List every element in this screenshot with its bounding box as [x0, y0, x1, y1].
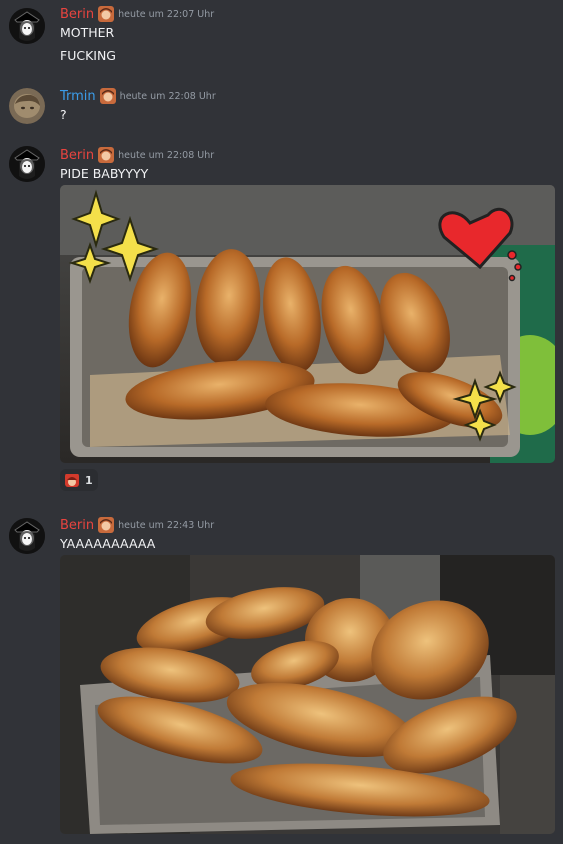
message-header: Trmin heute um 22:08 Uhr	[60, 87, 216, 105]
message-line: ?	[60, 107, 67, 122]
timestamp[interactable]: heute um 22:07 Uhr	[118, 9, 214, 20]
role-badge-icon[interactable]	[98, 147, 115, 163]
timestamp[interactable]: heute um 22:08 Uhr	[118, 150, 214, 161]
author-name[interactable]: Berin	[60, 7, 94, 22]
pide-photo-2[interactable]	[60, 555, 555, 834]
message-header: Berin heute um 22:08 Uhr	[60, 146, 214, 164]
message-line: FUCKING	[60, 48, 116, 63]
avatar-berin[interactable]	[9, 8, 45, 44]
reaction-count: 1	[85, 473, 93, 487]
avatar-berin[interactable]	[9, 146, 45, 182]
author-name[interactable]: Berin	[60, 518, 94, 533]
message-header: Berin heute um 22:43 Uhr	[60, 516, 214, 534]
reaction-emoji-icon	[65, 473, 79, 487]
timestamp[interactable]: heute um 22:08 Uhr	[120, 91, 216, 102]
timestamp[interactable]: heute um 22:43 Uhr	[118, 520, 214, 531]
avatar-berin[interactable]	[9, 518, 45, 554]
message-line: YAAAAAAAAAA	[60, 536, 156, 551]
message-header: Berin heute um 22:07 Uhr	[60, 5, 214, 23]
author-name[interactable]: Trmin	[60, 89, 96, 104]
author-name[interactable]: Berin	[60, 148, 94, 163]
role-badge-icon[interactable]	[98, 517, 115, 533]
message-line: PIDE BABYYYY	[60, 166, 149, 181]
reaction-button[interactable]: 1	[60, 469, 98, 491]
pide-photo-1[interactable]	[60, 185, 555, 463]
avatar-trmin[interactable]	[9, 88, 45, 124]
role-badge-icon[interactable]	[98, 6, 115, 22]
role-badge-icon[interactable]	[99, 88, 116, 104]
message-line: MOTHER	[60, 25, 115, 40]
